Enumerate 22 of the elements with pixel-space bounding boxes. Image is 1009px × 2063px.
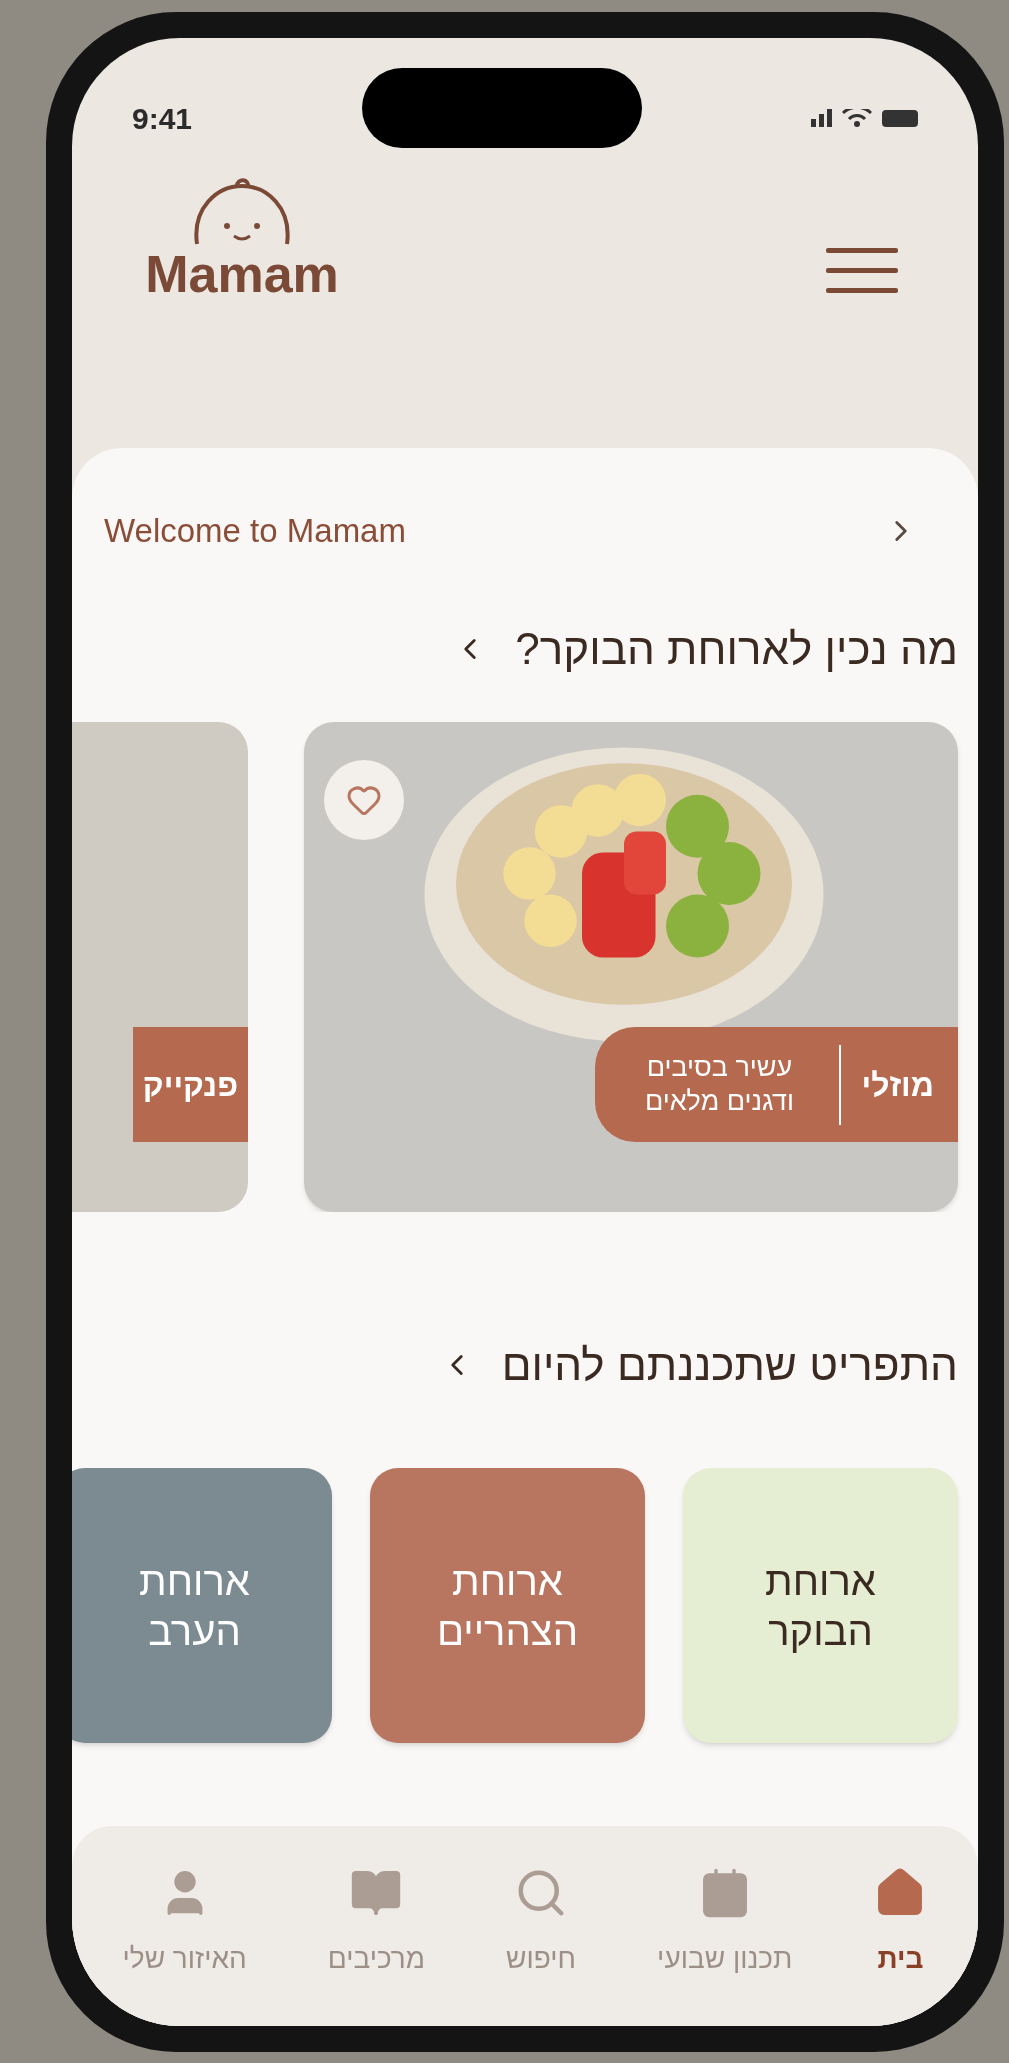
menu-icon[interactable] bbox=[826, 248, 898, 294]
welcome-link[interactable]: Welcome to Mamam bbox=[72, 448, 978, 568]
recipe-card[interactable]: מוזלי עשיר בסיבים ודגנים מלאים bbox=[304, 722, 958, 1212]
nav-tab[interactable]: תכנון שבועי bbox=[657, 1866, 793, 1980]
status-time: 9:41 bbox=[132, 100, 193, 137]
meal-tile[interactable]: ארוחת הערב bbox=[72, 1468, 332, 1743]
section-title: התפריט שתכננתם להיום bbox=[501, 1339, 958, 1391]
battery-icon bbox=[882, 109, 918, 127]
nav-tab[interactable]: האיזור שלי bbox=[122, 1866, 247, 1980]
recipe-name: מוזלי bbox=[861, 1065, 934, 1105]
nav-tab[interactable]: בית bbox=[873, 1866, 928, 1980]
wifi-icon bbox=[842, 109, 872, 127]
signal-icon bbox=[811, 109, 832, 127]
recipe-card[interactable]: פנקייק bbox=[72, 722, 248, 1212]
nav-tab[interactable]: מרכיבים bbox=[327, 1866, 426, 1980]
recipe-description: עשיר בסיבים ודגנים מלאים bbox=[643, 1050, 796, 1118]
meal-tile[interactable]: ארוחת הבוקר bbox=[683, 1468, 958, 1743]
nav-tab[interactable]: חיפוש bbox=[506, 1866, 577, 1980]
section-title: מה נכין לארוחת הבוקר? bbox=[515, 623, 958, 675]
meal-tile[interactable]: ארוחת הצהריים bbox=[370, 1468, 645, 1743]
logo-text: Mamam bbox=[145, 248, 339, 300]
recipe-name: פנקייק bbox=[142, 1065, 238, 1105]
